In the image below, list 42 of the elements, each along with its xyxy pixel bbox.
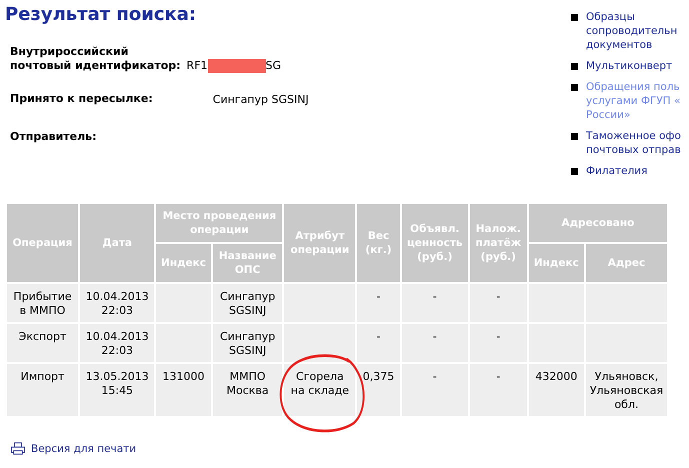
table-cell: Ульяновск, Ульяновская обл. <box>586 364 667 416</box>
table-cell: 131000 <box>156 364 211 416</box>
table-cell: 10.04.2013 22:03 <box>80 324 154 362</box>
table-cell: 13.05.2013 15:45 <box>80 364 154 416</box>
table-cell: - <box>402 284 468 322</box>
table-cell: ММПО Москва <box>212 364 282 416</box>
table-cell <box>284 324 356 362</box>
table-cell: - <box>402 324 468 362</box>
field-value: Сингапур SGSINJ <box>212 93 309 106</box>
table-cell: - <box>470 284 527 322</box>
table-cell: Экспорт <box>7 324 78 362</box>
bullet-icon <box>571 133 578 140</box>
bullet-icon <box>571 84 578 91</box>
printer-icon <box>11 442 25 455</box>
field-label: Внутрироссийский почтовый идентификатор: <box>10 45 181 73</box>
table-cell: - <box>470 324 527 362</box>
bullet-icon <box>571 63 578 70</box>
table-cell: Прибытие в ММПО <box>7 284 78 322</box>
redaction-block <box>208 59 266 73</box>
sidebar-link[interactable]: Филателия <box>586 164 648 178</box>
field-label: Отправитель: <box>10 130 97 144</box>
sidebar-link[interactable]: Таможенное офо почтовых отправ <box>586 129 681 157</box>
table-cell: - <box>357 284 400 322</box>
table-cell: Сингапур SGSINJ <box>212 284 282 322</box>
table-cell: - <box>402 364 468 416</box>
table-cell: - <box>357 324 400 362</box>
table-cell: Сингапур SGSINJ <box>212 324 282 362</box>
print-version-link[interactable]: Версия для печати <box>11 442 136 455</box>
sidebar-link[interactable]: Мультиконверт <box>586 59 672 73</box>
bullet-icon <box>571 14 578 21</box>
table-cell: - <box>470 364 527 416</box>
sidebar-link[interactable]: Образцы сопроводительн документов <box>586 10 678 52</box>
table-cell: Импорт <box>7 364 78 416</box>
field-label: Принято к пересылке: <box>10 92 153 106</box>
field-value: RF1 <box>186 59 208 73</box>
table-cell: 432000 <box>528 364 584 416</box>
bullet-icon <box>571 168 578 175</box>
page-title: Результат поиска: <box>5 4 198 25</box>
table-cell: Сгорела на складе <box>284 364 356 416</box>
table-cell: 0,375 <box>357 364 400 416</box>
field-value: SG <box>266 59 282 73</box>
table-cell: 10.04.2013 22:03 <box>80 284 154 322</box>
